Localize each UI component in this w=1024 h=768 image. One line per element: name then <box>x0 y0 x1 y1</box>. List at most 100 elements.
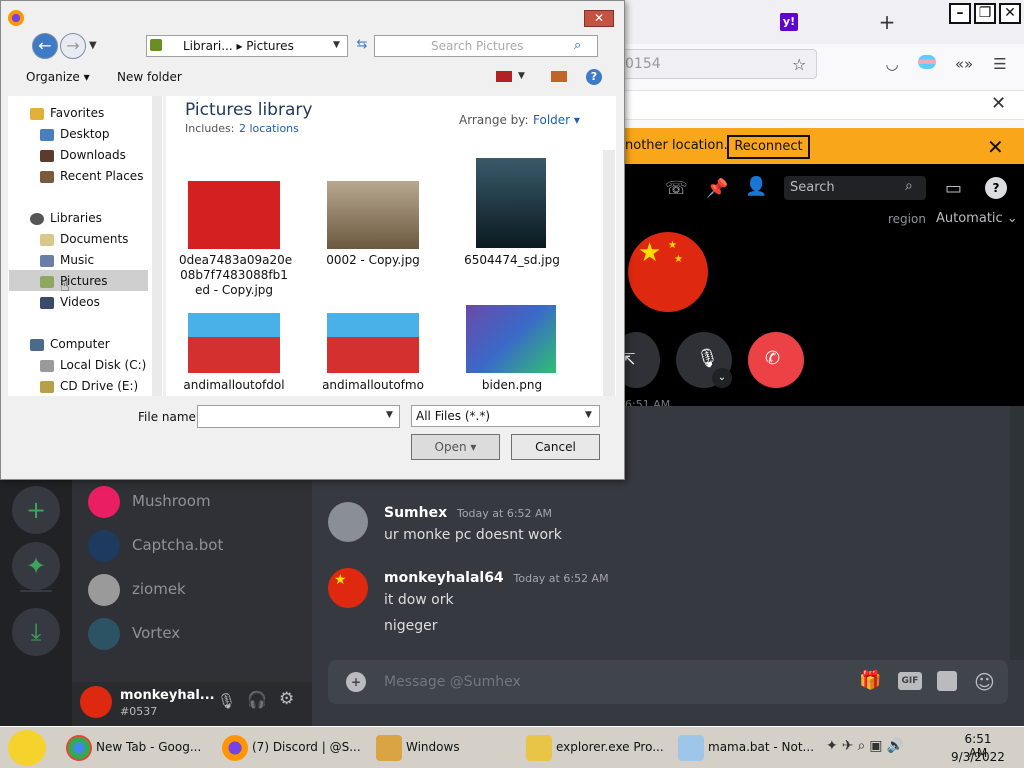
view-icon[interactable] <box>496 71 512 82</box>
add-attachment-icon[interactable]: + <box>346 672 366 692</box>
pin-icon[interactable]: 📌 <box>706 178 728 199</box>
taskbar-item-notepad[interactable]: mama.bat - Not... <box>678 730 814 764</box>
nav-scrollbar[interactable] <box>152 96 162 396</box>
nav-downloads[interactable]: Downloads <box>40 148 126 162</box>
nav-desktop[interactable]: Desktop <box>40 127 110 141</box>
dm-item[interactable]: ziomek <box>88 572 308 608</box>
nav-favorites[interactable]: Favorites <box>30 106 104 120</box>
mic-icon[interactable]: 🎙 <box>217 692 236 710</box>
file-name-label[interactable]: 0002 - Copy.jpg <box>318 253 428 268</box>
reader-icon[interactable]: «» <box>954 54 974 74</box>
dm-item[interactable]: Mushroom <box>88 484 308 520</box>
add-server-button[interactable]: + <box>12 486 60 534</box>
file-thumbnail[interactable] <box>466 305 556 373</box>
close-icon[interactable]: ✕ <box>991 93 1006 114</box>
open-button[interactable]: Open ▾ <box>411 434 500 460</box>
breadcrumb-item[interactable]: Librari... <box>183 39 233 53</box>
maximize-button[interactable]: ❐ <box>974 3 996 24</box>
breadcrumb-item[interactable]: Pictures <box>246 39 294 53</box>
region-select[interactable]: Automatic ⌄ <box>936 211 1018 226</box>
taskbar-item-explorer[interactable]: explorer.exe Pro... <box>526 730 664 764</box>
help-icon[interactable]: ? <box>985 177 1007 199</box>
dm-item[interactable]: Vortex <box>88 616 308 652</box>
file-thumbnail[interactable] <box>188 313 280 373</box>
back-button[interactable]: ← <box>32 33 58 59</box>
explore-servers-button[interactable]: ✦ <box>12 542 60 590</box>
chat-scrollbar[interactable] <box>1010 406 1024 660</box>
nav-recent-places[interactable]: Recent Places <box>40 169 143 183</box>
call-icon[interactable]: ☏ <box>665 178 688 199</box>
reconnect-button[interactable]: Reconnect <box>727 135 810 159</box>
gif-icon[interactable]: GIF <box>898 672 922 690</box>
chevron-down-icon[interactable]: ▼ <box>333 40 340 50</box>
file-type-select[interactable]: All Files (*.*) <box>411 405 600 427</box>
breadcrumb[interactable]: Librari... ▸ Pictures <box>146 35 348 57</box>
file-name-label[interactable]: andimalloutofdol <box>179 378 289 393</box>
start-button[interactable] <box>8 730 46 766</box>
file-thumbnail[interactable] <box>476 158 546 248</box>
dm-item[interactable]: Captcha.bot <box>88 528 308 564</box>
message-author[interactable]: monkeyhalal64 <box>384 570 504 586</box>
emoji-icon[interactable]: ☺ <box>974 670 995 694</box>
extension-icon[interactable] <box>918 55 938 75</box>
file-name-field[interactable] <box>197 405 400 428</box>
inbox-icon[interactable]: ▭ <box>945 178 962 199</box>
file-thumbnail[interactable] <box>327 313 419 373</box>
bookmark-star-icon[interactable]: ☆ <box>792 55 806 74</box>
preview-pane-icon[interactable] <box>551 71 567 82</box>
nav-documents[interactable]: Documents <box>40 232 128 246</box>
recent-locations-icon[interactable]: ▼ <box>89 40 97 51</box>
new-folder-button[interactable]: New folder <box>117 70 182 84</box>
gift-icon[interactable]: 🎁 <box>859 670 881 691</box>
nav-music[interactable]: Music <box>40 253 94 267</box>
new-tab-button[interactable]: + <box>876 10 898 34</box>
avatar[interactable] <box>328 502 368 542</box>
chevron-down-icon[interactable]: ⌄ <box>712 368 732 388</box>
nav-libraries[interactable]: Libraries <box>30 211 102 225</box>
close-window-button[interactable]: ✕ <box>999 3 1021 24</box>
arrange-by-select[interactable]: Folder ▾ <box>533 113 580 127</box>
refresh-icon[interactable]: ⇆ <box>353 37 371 55</box>
chevron-down-icon[interactable]: ▼ <box>518 71 525 81</box>
add-friend-icon[interactable]: 👤 <box>745 176 767 197</box>
message-author[interactable]: Sumhex <box>384 505 447 521</box>
chevron-down-icon[interactable]: ▼ <box>386 410 393 420</box>
headphones-icon[interactable]: 🎧 <box>247 690 267 709</box>
file-thumbnail[interactable] <box>188 181 280 249</box>
content-scrollbar[interactable] <box>603 150 615 396</box>
file-name-label[interactable]: 6504474_sd.jpg <box>457 253 567 268</box>
search-input[interactable]: Search Pictures <box>374 35 598 57</box>
help-icon[interactable]: ? <box>586 69 602 85</box>
file-name-label[interactable]: biden.png <box>457 378 567 393</box>
download-apps-button[interactable]: ⤓ <box>12 608 60 656</box>
nav-videos[interactable]: Videos <box>40 295 100 309</box>
arrange-value: Folder <box>533 113 571 127</box>
forward-button[interactable]: → <box>60 33 86 59</box>
nav-label: Downloads <box>60 148 126 162</box>
organize-menu[interactable]: Organize ▾ <box>26 70 90 84</box>
system-tray[interactable]: ✦✈⌕▣🔊 <box>826 738 946 758</box>
file-thumbnail[interactable] <box>327 181 419 249</box>
yahoo-tab-icon[interactable]: y! <box>780 13 798 31</box>
nav-pictures[interactable]: Pictures <box>40 274 108 288</box>
notice-close-icon[interactable]: ✕ <box>987 135 1004 159</box>
cancel-button[interactable]: Cancel <box>511 434 600 460</box>
taskbar-item-windows[interactable]: Windows <box>376 730 460 764</box>
sticker-icon[interactable] <box>937 671 957 691</box>
nav-local-disk[interactable]: Local Disk (C:) <box>40 358 146 372</box>
dialog-close-button[interactable]: ✕ <box>584 10 614 27</box>
nav-computer[interactable]: Computer <box>30 337 110 351</box>
nav-cd-drive[interactable]: CD Drive (E:) <box>40 379 138 393</box>
minimize-button[interactable]: – <box>949 3 971 24</box>
taskbar-item-firefox[interactable]: (7) Discord | @S... <box>222 730 361 764</box>
file-name-label[interactable]: 0dea7483a09a20e 08b7f7483088fb1 ed - Copy.… <box>179 253 292 298</box>
file-name-label[interactable]: andimalloutofmo <box>318 378 428 393</box>
includes-locations-link[interactable]: 2 locations <box>239 122 299 135</box>
url-bar[interactable]: 0154 <box>612 49 817 79</box>
explorer-icon <box>526 734 552 761</box>
avatar[interactable] <box>80 686 112 718</box>
settings-gear-icon[interactable]: ⚙ <box>279 689 294 709</box>
taskbar-item-chrome[interactable]: New Tab - Goog... <box>66 730 201 764</box>
menu-icon[interactable]: ☰ <box>990 54 1010 74</box>
pocket-icon[interactable]: ◡ <box>882 54 902 74</box>
